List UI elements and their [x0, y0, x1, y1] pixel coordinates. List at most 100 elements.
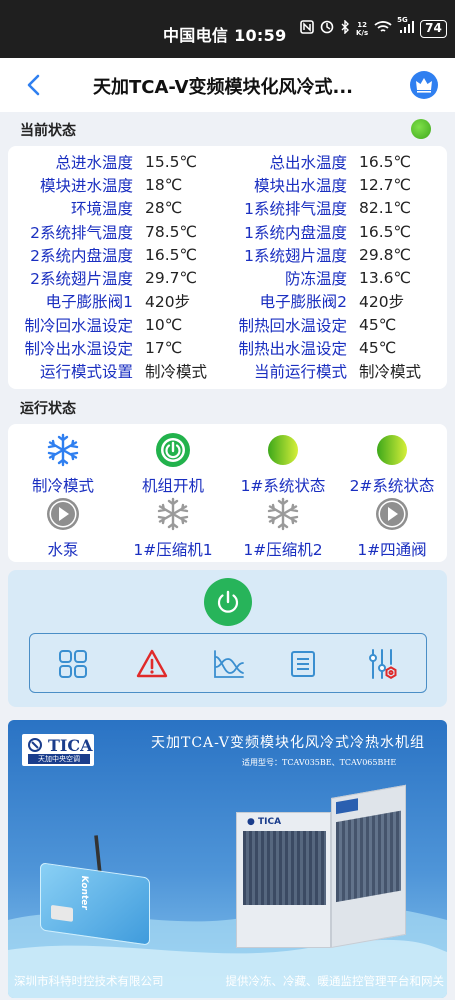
- page-title: 天加TCA-V变频模块化风冷式...: [93, 77, 354, 98]
- status-label: 2系统排气温度: [30, 223, 133, 242]
- status-value: 16.5℃: [359, 152, 411, 171]
- power-icon: [217, 590, 239, 613]
- status-cooling-mode: 制冷模式: [8, 432, 118, 496]
- dnd-icon: [320, 20, 334, 38]
- status-label: 总出水温度: [269, 153, 347, 172]
- chevron-left-icon: [27, 74, 40, 96]
- cell-signal-icon: 5G: [397, 16, 415, 38]
- status-label: 2系统翅片温度: [30, 270, 133, 289]
- play-icon: [45, 496, 81, 532]
- status-row: 环境温度 28℃ 1系统排气温度 82.1℃: [8, 197, 447, 220]
- status-system-2: 2#系统状态: [337, 432, 447, 496]
- status-value: 制冷模式: [145, 363, 208, 382]
- chart-button[interactable]: [213, 648, 245, 680]
- chiller-front: ● TICA: [236, 812, 331, 948]
- status-system-1: 1#系统状态: [228, 432, 338, 496]
- green-ball-icon: [374, 432, 410, 468]
- status-value: 15.5℃: [145, 152, 197, 171]
- status-label: 制冷回水温设定: [24, 316, 133, 335]
- chiller-side: [331, 784, 406, 948]
- power-on-icon: [155, 432, 191, 468]
- status-row: 运行模式设置 制冷模式 当前运行模式 制冷模式: [8, 360, 447, 383]
- banner-footer: 深圳市科特时控技术有限公司 提供冷冻、冷藏、暖通监控管理平台和网关: [14, 973, 444, 989]
- status-row: 模块进水温度 18℃ 模块出水温度 12.7℃: [8, 173, 447, 196]
- back-button[interactable]: [22, 72, 48, 98]
- nfc-icon: [300, 20, 314, 38]
- status-compressor-1: 1#压缩机1: [118, 496, 228, 560]
- status-value: 420步: [359, 293, 405, 312]
- battery-indicator: 74: [420, 20, 447, 38]
- status-value: 45℃: [359, 315, 397, 334]
- status-label: 防冻温度: [284, 270, 347, 289]
- status-label: 电子膨胀阀2: [259, 293, 347, 312]
- status-unit-on: 机组开机: [118, 432, 228, 496]
- status-value: 13.6℃: [359, 269, 411, 288]
- status-label: 当前运行模式: [253, 363, 347, 382]
- overview-button[interactable]: [57, 648, 89, 680]
- status-label: 制冷出水温设定: [24, 340, 133, 359]
- carrier-time: 中国电信 10:59: [163, 26, 287, 45]
- control-panel: [8, 570, 447, 707]
- green-ball-icon: [265, 432, 301, 468]
- banner-models: 适用型号：TCAV035BE、TCAV065BHE: [242, 758, 397, 767]
- snowflake-icon: [265, 496, 301, 532]
- status-label: 1系统翅片温度: [244, 246, 347, 265]
- status-value: 17℃: [145, 339, 183, 358]
- online-status-indicator: [411, 119, 431, 139]
- chiller-side-coil: [336, 810, 401, 903]
- grid-icon: [59, 650, 87, 678]
- status-grid: 总进水温度 15.5℃ 总出水温度 16.5℃ 模块进水温度 18℃ 模块出水温度 12.7℃…: [8, 150, 447, 383]
- status-label: 模块进水温度: [39, 176, 133, 195]
- status-value: 78.5℃: [145, 222, 197, 241]
- status-value: 18℃: [145, 175, 183, 194]
- status-value: 28℃: [145, 199, 183, 218]
- chiller-coil: [243, 831, 326, 905]
- gateway-port: [51, 904, 73, 922]
- current-status-heading: 当前状态: [20, 123, 76, 139]
- status-compressor-2: 1#压缩机2: [228, 496, 338, 560]
- status-label: 电子膨胀阀1: [45, 293, 133, 312]
- system-status-bar: 中国电信 10:59 12 K/s 5G 74: [0, 0, 455, 58]
- net-speed: 12 K/s: [356, 21, 369, 37]
- current-status-card: 总进水温度 15.5℃ 总出水温度 16.5℃ 模块进水温度 18℃ 模块出水温度 12.7℃…: [8, 146, 447, 389]
- status-label: 1系统内盘温度: [244, 223, 347, 242]
- status-row: 2系统排气温度 78.5℃ 1系统内盘温度 16.5℃: [8, 220, 447, 243]
- status-label: 总进水温度: [55, 153, 133, 172]
- company-name: 深圳市科特时控技术有限公司: [14, 974, 164, 988]
- status-label: 环境温度: [70, 200, 133, 219]
- product-banner[interactable]: TICA 天加中央空调 天加TCA-V变频模块化风冷式冷热水机组 适用型号：TC…: [8, 720, 447, 998]
- status-row: 制冷回水温设定 10℃ 制热回水温设定 45℃: [8, 313, 447, 336]
- status-value: 45℃: [359, 339, 397, 358]
- crown-icon: [416, 78, 432, 93]
- tica-logo: TICA 天加中央空调: [22, 734, 94, 766]
- run-status-heading: 运行状态: [20, 401, 76, 417]
- company-slogan: 提供冷冻、冷藏、暖通监控管理平台和网关: [225, 974, 445, 988]
- settings-button[interactable]: [366, 648, 398, 680]
- status-label: 制热回水温设定: [238, 316, 347, 335]
- status-label: 运行模式设置: [39, 363, 133, 382]
- chiller-logo: ● TICA: [247, 817, 282, 827]
- alarm-icon: [136, 649, 168, 678]
- settings-sliders-icon: [369, 649, 397, 679]
- bluetooth-icon: [340, 19, 350, 38]
- list-icon: [291, 651, 315, 677]
- status-label: 2系统内盘温度: [30, 246, 133, 265]
- status-row: 2系统翅片温度 29.7℃ 防冻温度 13.6℃: [8, 266, 447, 289]
- banner-title: 天加TCA-V变频模块化风冷式冷热水机组: [151, 735, 425, 751]
- status-label: 模块出水温度: [253, 176, 347, 195]
- tica-logo-mark: [28, 738, 42, 752]
- power-button[interactable]: [204, 578, 252, 626]
- play-icon: [374, 496, 410, 532]
- status-label: 制热出水温设定: [238, 340, 347, 359]
- vip-button[interactable]: [410, 71, 438, 99]
- alarm-button[interactable]: [136, 648, 168, 680]
- wifi-icon: [374, 20, 392, 38]
- status-value: 29.7℃: [145, 269, 197, 288]
- run-status-card: 制冷模式 机组开机 1#系统状态 2#系统状态 水泵 1#压缩机1 1#压缩机2…: [8, 424, 447, 562]
- status-row: 2系统内盘温度 16.5℃ 1系统翅片温度 29.8℃: [8, 243, 447, 266]
- status-value: 16.5℃: [359, 222, 411, 241]
- list-button[interactable]: [287, 648, 319, 680]
- status-water-pump: 水泵: [8, 496, 118, 560]
- chiller-badge: [336, 798, 358, 815]
- status-value: 29.8℃: [359, 245, 411, 264]
